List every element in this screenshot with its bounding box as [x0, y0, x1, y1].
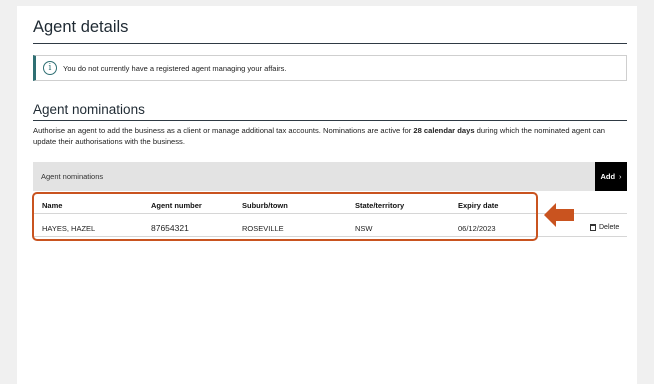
nominations-description: Authorise an agent to add the business a…: [33, 126, 627, 147]
section-heading: Agent nominations: [33, 102, 145, 117]
delete-label: Delete: [599, 224, 620, 231]
add-nomination-button[interactable]: Add ›: [595, 162, 627, 191]
agent-details-panel: Agent details i You do not currently hav…: [17, 6, 637, 384]
delete-button[interactable]: Delete: [590, 224, 619, 231]
table-caption: Agent nominations: [41, 172, 104, 181]
arrow-left-icon: [544, 203, 574, 227]
info-icon: i: [43, 61, 57, 75]
page-title: Agent details: [33, 18, 129, 36]
table-caption-bar: Agent nominations: [33, 162, 595, 191]
title-divider: [33, 43, 627, 44]
trash-icon: [590, 224, 596, 231]
description-text-1: Authorise an agent to add the business a…: [33, 126, 414, 135]
add-button-label: Add: [600, 172, 616, 181]
highlight-box: [32, 192, 538, 241]
info-alert: i You do not currently have a registered…: [33, 55, 627, 81]
chevron-right-icon: ›: [619, 172, 622, 181]
description-bold: 28 calendar days: [413, 126, 475, 135]
section-divider: [33, 120, 627, 121]
info-message: You do not currently have a registered a…: [63, 63, 287, 73]
